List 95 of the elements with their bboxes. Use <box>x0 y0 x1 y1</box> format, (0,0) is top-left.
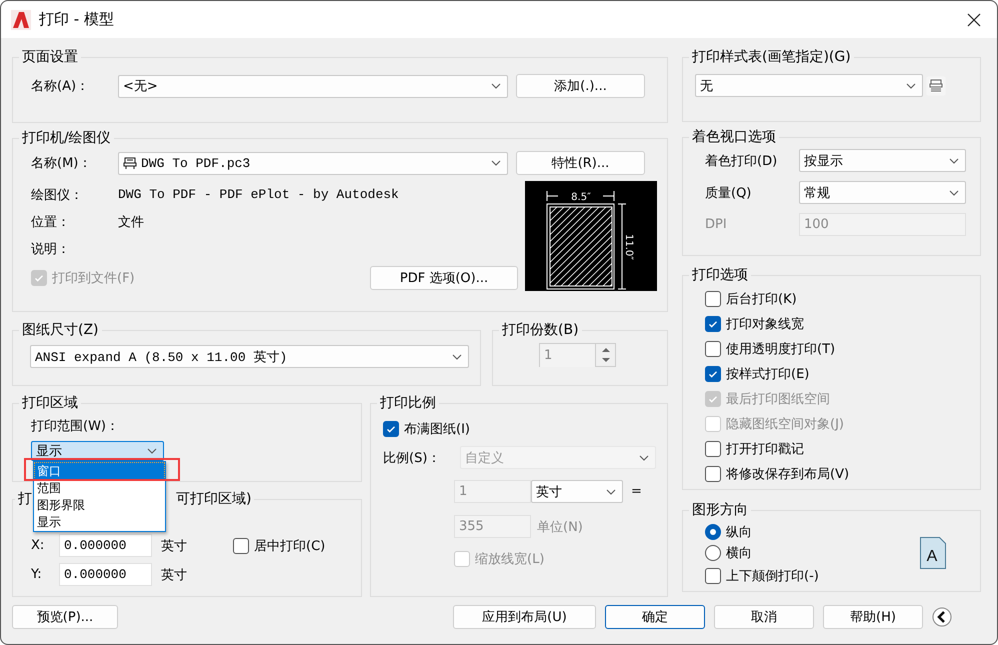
input-field[interactable]: 0.000000 <box>59 563 152 586</box>
dimension-label: 11.0″ <box>623 234 634 260</box>
field-label: 质量(Q) <box>705 184 752 202</box>
checkbox-label: 使用透明度打印(T) <box>726 340 836 358</box>
unit-label: 英寸 <box>161 566 188 584</box>
field-label: Y: <box>31 567 43 582</box>
chevron-icon <box>949 190 959 196</box>
group-title: 打印样式表(画笔指定)(G) <box>691 48 852 66</box>
checkbox[interactable] <box>705 466 721 482</box>
radio-label: 横向 <box>726 544 752 562</box>
checkbox[interactable] <box>705 340 721 356</box>
properties-button[interactable]: 特性(R)... <box>516 151 645 175</box>
dropdown[interactable]: 无 <box>695 74 923 97</box>
pdf-options-button[interactable]: PDF 选项(O)... <box>370 266 518 290</box>
close-icon[interactable] <box>967 12 981 26</box>
group-title: 可打印区域) <box>176 491 252 507</box>
page-letter: A <box>926 548 938 565</box>
chevron-icon <box>639 454 649 460</box>
field-label: DPI <box>705 217 728 232</box>
group-title: 打印区域 <box>21 394 79 412</box>
chevron-icon <box>606 488 616 494</box>
group-title: 打印选项 <box>691 266 749 284</box>
field-label: X: <box>31 538 46 553</box>
dropdown-option[interactable]: 窗口 <box>34 462 165 480</box>
field-label: 着色打印(D) <box>705 152 778 170</box>
info-label: 说明： <box>31 240 71 258</box>
dropdown[interactable]: 常规 <box>799 181 966 204</box>
field-label: 名称(A)： <box>31 78 90 95</box>
field-label: 名称(M)： <box>31 155 92 172</box>
radio-button[interactable] <box>705 544 721 560</box>
preview-button[interactable]: 预览(P)... <box>12 605 118 629</box>
dropdown[interactable]: 英寸 <box>531 480 623 503</box>
group-title: 打印份数(B) <box>501 321 580 339</box>
add-button[interactable]: 添加(.)... <box>516 74 645 98</box>
checkbox[interactable] <box>705 316 721 332</box>
group-title: 页面设置 <box>21 48 79 66</box>
checkbox-label: 隐藏图纸空间对象(J) <box>726 416 844 432</box>
input-field[interactable]: 0.000000 <box>59 534 152 557</box>
checkbox-label: 打印到文件(F) <box>52 270 135 286</box>
collapse-icon[interactable] <box>932 607 952 627</box>
checkbox-label: 上下颠倒打印(-) <box>726 568 819 585</box>
group-title: 打印机/绘图仪 <box>21 129 112 147</box>
dropdown[interactable]: <无> <box>118 74 508 98</box>
checkbox-label: 后台打印(K) <box>726 290 797 308</box>
chevron-icon <box>452 354 462 360</box>
dimension-label: 8.5″ <box>571 192 591 203</box>
checkbox[interactable] <box>705 290 721 306</box>
checkbox-label: 按样式打印(E) <box>726 366 810 382</box>
logo-icon <box>11 10 31 30</box>
checkbox-label: 打印对象线宽 <box>726 316 804 332</box>
radio-button[interactable] <box>705 524 721 540</box>
plotter-icon <box>123 156 137 170</box>
info-value: 文件 <box>118 214 144 230</box>
unit-label: 英寸 <box>161 538 188 554</box>
chevron-icon <box>491 160 501 166</box>
dropdown-option[interactable]: 显示 <box>34 514 165 531</box>
chevron-icon <box>491 83 501 89</box>
group-title: 着色视口选项 <box>691 128 777 146</box>
chevron-icon <box>906 82 916 88</box>
chevron-icon <box>949 158 959 164</box>
field-label: 打印范围(W)： <box>31 418 120 435</box>
dropdown[interactable]: 按显示 <box>799 149 966 172</box>
group-title: 打印比例 <box>379 394 437 412</box>
dropdown[interactable]: DWG To PDF.pc3 <box>118 152 508 174</box>
checkbox-label: 将修改保存到布局(V) <box>726 466 850 482</box>
dropdown[interactable]: 显示 <box>31 441 164 461</box>
group-title: 打 <box>18 491 32 507</box>
checkbox[interactable] <box>383 421 399 437</box>
checkbox[interactable] <box>705 366 721 382</box>
radio-label: 纵向 <box>726 524 752 540</box>
equals-sign: = <box>631 484 642 499</box>
dropdown[interactable]: ANSI expand A (8.50 x 11.00 英寸) <box>30 345 469 368</box>
window-title: 打印 - 模型 <box>39 10 115 29</box>
info-value: DWG To PDF - PDF ePlot - by Autodesk <box>118 187 399 202</box>
group-title: 图纸尺寸(Z) <box>21 321 100 339</box>
dialog-button[interactable]: 取消 <box>714 605 814 629</box>
checkbox-label: 缩放线宽(L) <box>475 551 544 568</box>
checkbox-label: 布满图纸(I) <box>404 421 470 438</box>
dialog-button[interactable]: 应用到布局(U) <box>453 605 596 629</box>
checkbox[interactable] <box>705 440 721 456</box>
dropdown-option[interactable]: 范围 <box>34 480 165 497</box>
info-label: 位置： <box>31 214 71 230</box>
checkbox-label: 最后打印图纸空间 <box>726 390 830 408</box>
checkbox[interactable] <box>705 568 721 584</box>
dropdown-option[interactable]: 图形界限 <box>34 497 165 514</box>
info-label: 绘图仪： <box>31 186 84 204</box>
chevron-icon <box>147 448 157 454</box>
unit-label: 单位(N) <box>537 518 583 536</box>
group-title: 图形方向 <box>691 501 749 519</box>
checkbox-label: 打开打印戳记 <box>726 440 804 458</box>
checkbox-label: 居中打印(C) <box>254 538 326 554</box>
checkbox[interactable] <box>233 538 249 554</box>
dialog-button[interactable]: 确定 <box>605 605 705 629</box>
field-label: 比例(S)： <box>383 450 442 466</box>
dialog-button[interactable]: 帮助(H) <box>823 605 923 629</box>
